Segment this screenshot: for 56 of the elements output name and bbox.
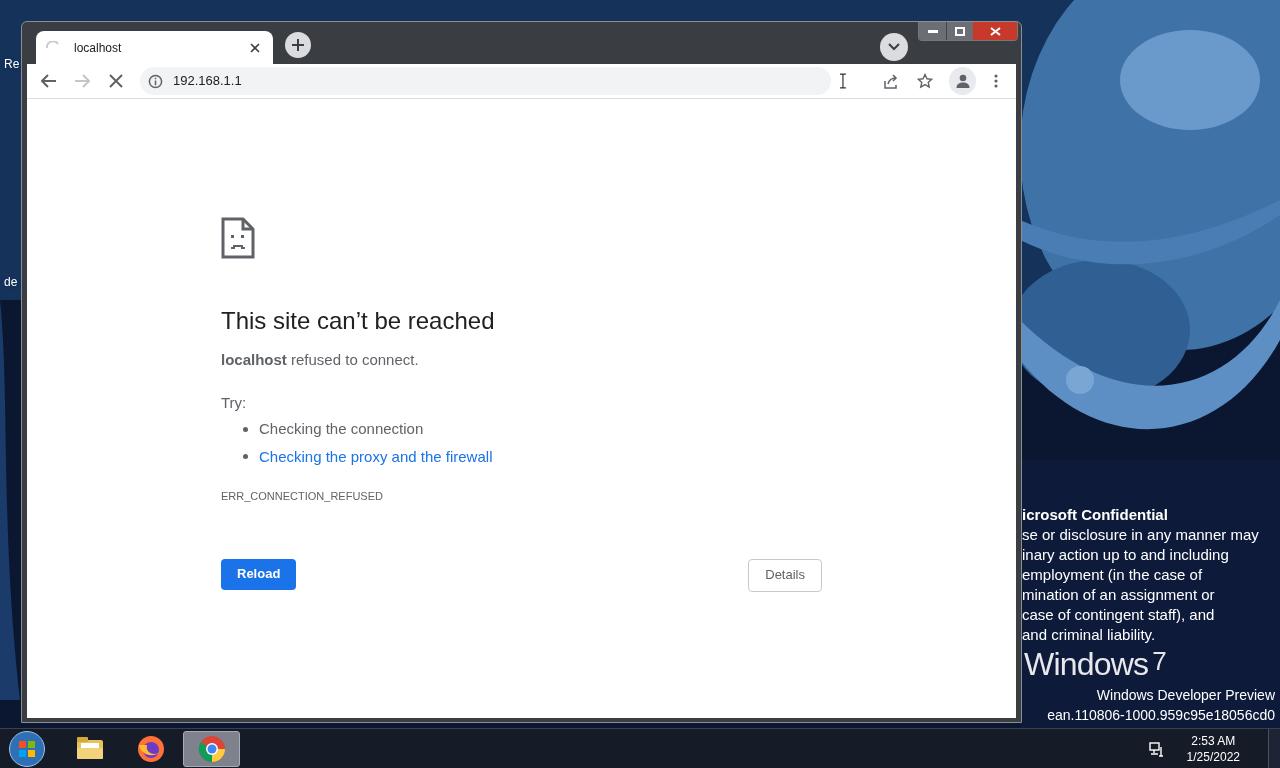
close-button[interactable]: [973, 22, 1017, 40]
url-text: 192.168.1.1: [172, 72, 242, 91]
clock[interactable]: 2:53 AM 1/25/2022: [1186, 732, 1240, 765]
address-bar[interactable]: 192.168.1.1: [139, 67, 832, 95]
notice-line: inary action up to and including: [1022, 545, 1230, 565]
forward-arrow-icon: [74, 74, 91, 88]
close-icon: [109, 74, 124, 88]
bullet: [243, 426, 248, 432]
suggestion-text: Checking the connection: [259, 419, 424, 439]
star-icon: [916, 73, 933, 89]
try-label: Try:: [221, 392, 248, 413]
desktop-icon-label[interactable]: de: [4, 273, 20, 291]
windows-wordmark: Windows: [1024, 646, 1149, 682]
sad-page-icon: [221, 217, 255, 259]
desktop-icon-label[interactable]: Re: [4, 55, 20, 73]
tab-search-button[interactable]: [880, 33, 908, 61]
error-code: ERR_CONNECTION_REFUSED: [221, 489, 384, 504]
error-message: localhost refused to connect.: [221, 350, 420, 370]
maximize-icon: [955, 26, 965, 36]
edition-text: Windows Developer Preview: [1096, 686, 1275, 705]
start-button[interactable]: [9, 730, 45, 767]
browser-tab[interactable]: localhost: [36, 31, 273, 64]
notice-line: case of contingent staff), and: [1022, 605, 1216, 625]
taskbar-app-button[interactable]: [183, 730, 240, 767]
error-heading: This site can’t be reached: [221, 306, 496, 336]
notice-title: icrosoft Confidential: [1022, 505, 1169, 525]
details-button[interactable]: Details: [748, 558, 822, 592]
notice-line: se or disclosure in any manner may: [1022, 525, 1259, 545]
info-icon: [147, 73, 163, 89]
profile-button[interactable]: [948, 67, 977, 95]
chevron-down-icon: [888, 43, 900, 51]
notice-line: and criminal liability.: [1022, 625, 1157, 645]
back-arrow-icon: [40, 74, 57, 88]
build-text: ean.110806-1000.959c95e18056cd0: [1047, 706, 1275, 725]
share-icon: [883, 73, 900, 89]
plus-icon: [291, 38, 305, 52]
maximize-button[interactable]: [946, 22, 973, 40]
clock-time: 2:53 AM: [1191, 732, 1236, 749]
network-icon[interactable]: [1148, 740, 1165, 757]
close-icon: [989, 26, 1001, 36]
bullet: [243, 454, 248, 460]
person-icon: [954, 73, 971, 89]
windows-logo-icon: [18, 739, 36, 758]
suggestion-link[interactable]: Checking the proxy and the firewall: [259, 445, 493, 468]
close-icon: [250, 42, 260, 53]
notice-line: mination of an assignment or: [1022, 585, 1216, 605]
reload-button[interactable]: Reload: [221, 558, 297, 590]
minimize-icon: [927, 29, 938, 33]
clock-date: 1/25/2022: [1186, 748, 1240, 765]
text-cursor-icon: [839, 73, 848, 89]
version-number: 7: [1152, 646, 1167, 676]
more-vertical-icon: [994, 74, 999, 88]
tab-title: localhost: [74, 39, 123, 57]
notice-line: employment (in the case of: [1022, 565, 1204, 585]
new-tab-button[interactable]: [285, 32, 311, 58]
minimize-button[interactable]: [919, 22, 946, 40]
